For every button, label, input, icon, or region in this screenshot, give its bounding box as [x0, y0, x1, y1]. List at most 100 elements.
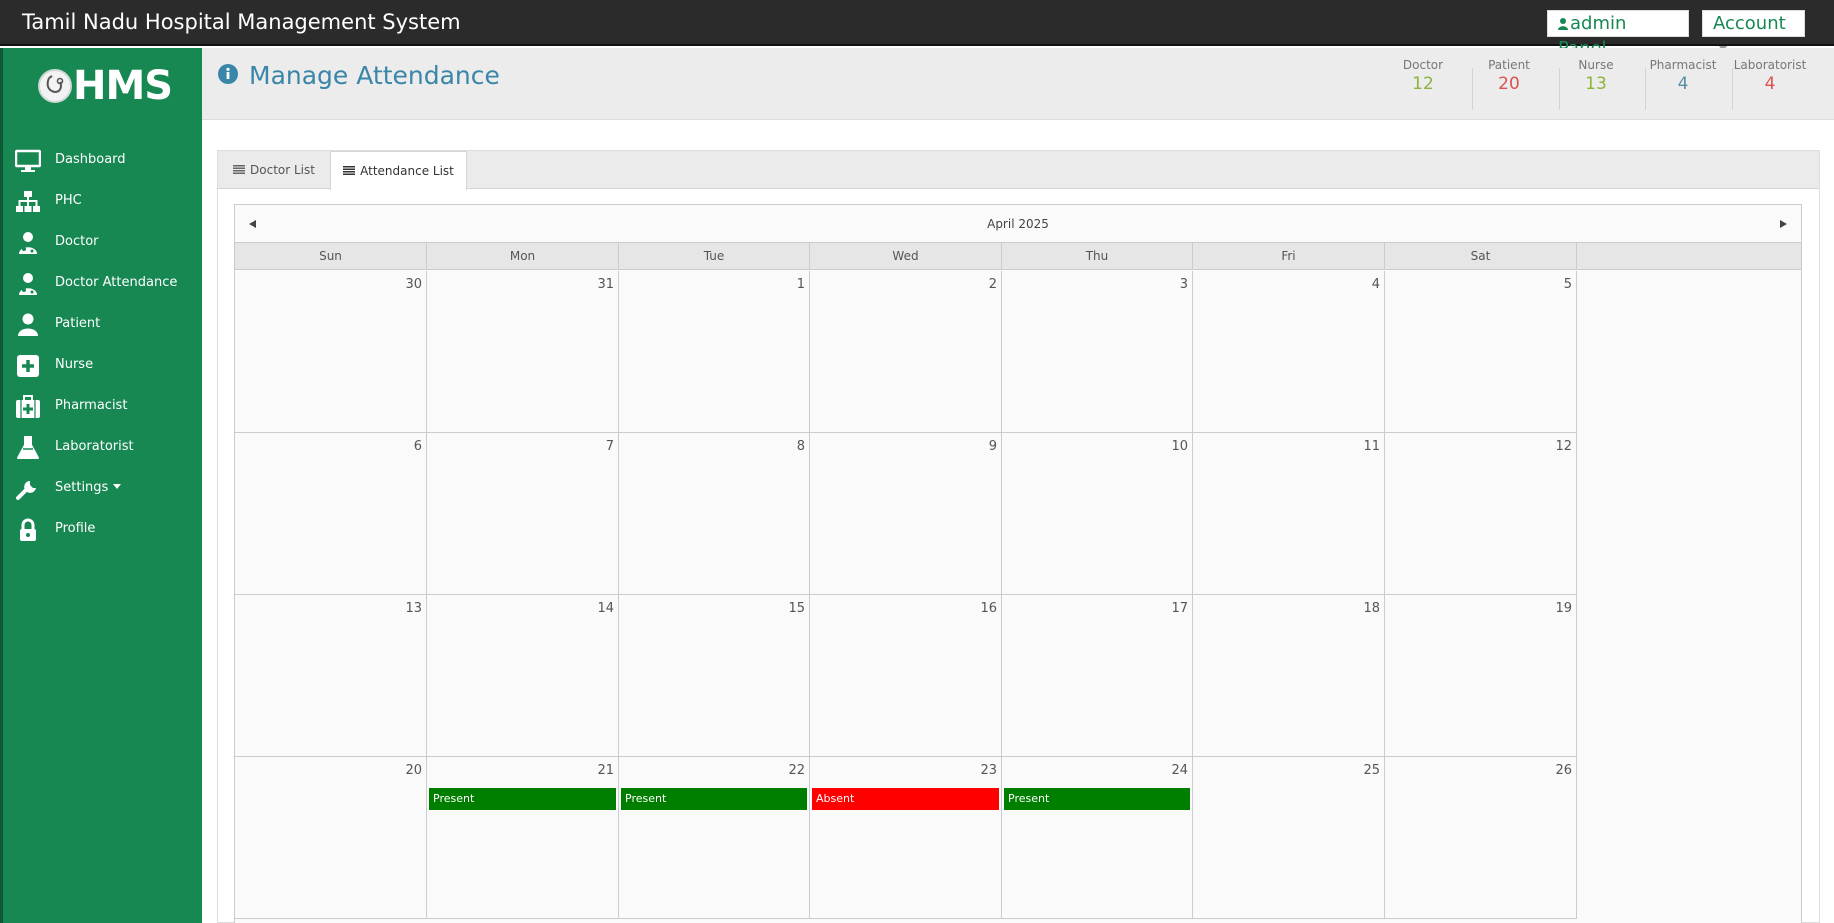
weekday-header: Thu [1002, 243, 1193, 270]
sitemap-icon [16, 191, 40, 212]
stat-label: Nurse [1578, 58, 1614, 72]
calendar-day-cell[interactable]: 15 [619, 595, 810, 757]
stat-label: Doctor [1402, 58, 1444, 72]
stat-laboratorist[interactable]: Laboratorist 4 [1727, 58, 1813, 94]
calendar-day-cell[interactable]: 21 Present [427, 757, 619, 919]
lock-icon [20, 518, 36, 541]
calendar-day-cell[interactable]: 23 Absent [810, 757, 1002, 919]
sidebar-item-dashboard[interactable]: Dashboard [3, 140, 202, 181]
present-event[interactable]: Present [1004, 788, 1190, 810]
weekday-header: Tue [619, 243, 810, 270]
calendar-day-cell[interactable]: 9 [810, 433, 1002, 595]
weekday-header: Sat [1385, 243, 1577, 270]
tab-label: Doctor List [250, 163, 315, 177]
day-number: 5 [1563, 277, 1572, 292]
weekday-header-row: Sun Mon Tue Wed Thu Fri Sat [235, 243, 1801, 270]
calendar-day-cell[interactable]: 4 [1193, 271, 1385, 433]
calendar-day-cell[interactable]: 17 [1002, 595, 1193, 757]
calendar-day-cell[interactable]: 22 Present [619, 757, 810, 919]
calendar-day-cell[interactable]: 3 [1002, 271, 1193, 433]
account-dropdown[interactable]: Account [1702, 10, 1805, 51]
calendar-day-cell[interactable]: 2 [810, 271, 1002, 433]
calendar-day-cell[interactable]: 12 [1385, 433, 1577, 595]
account-label: Account [1713, 13, 1786, 34]
sidebar-item-doctor-attendance[interactable]: Doctor Attendance [3, 263, 202, 304]
stat-label: Laboratorist [1733, 58, 1807, 72]
day-number: 12 [1555, 439, 1572, 454]
day-number: 14 [597, 601, 614, 616]
stat-value: 12 [1412, 74, 1434, 94]
sidebar-item-doctor[interactable]: Doctor [3, 222, 202, 263]
calendar-day-cell[interactable]: 19 [1385, 595, 1577, 757]
sidebar-item-patient[interactable]: Patient [3, 304, 202, 345]
page-title: Manage Attendance [249, 61, 500, 90]
day-number: 8 [796, 439, 805, 454]
calendar-day-cell[interactable]: 14 [427, 595, 619, 757]
calendar-day-cell[interactable]: 24 Present [1002, 757, 1193, 919]
day-number: 18 [1363, 601, 1380, 616]
wrench-icon [16, 481, 36, 500]
day-number: 17 [1171, 601, 1188, 616]
info-icon [218, 64, 238, 84]
calendar-day-cell[interactable]: 25 [1193, 757, 1385, 919]
stat-patient[interactable]: Patient 20 [1466, 58, 1552, 94]
medkit-icon [16, 395, 40, 418]
sidebar-item-label: PHC [55, 193, 82, 208]
sidebar-item-profile[interactable]: Profile [3, 509, 202, 550]
stat-pharmacist[interactable]: Pharmacist 4 [1640, 58, 1726, 94]
present-event[interactable]: Present [429, 788, 616, 810]
calendar-day-cell[interactable]: 10 [1002, 433, 1193, 595]
sidebar-item-phc[interactable]: PHC [3, 181, 202, 222]
calendar-day-cell[interactable]: 26 [1385, 757, 1577, 919]
sidebar-item-label: Nurse [55, 357, 94, 372]
day-number: 30 [405, 277, 422, 292]
sidebar-item-settings[interactable]: Settings [3, 468, 202, 509]
tab-label: Attendance List [360, 164, 454, 178]
calendar-day-cell[interactable]: 6 [235, 433, 427, 595]
weekday-header: Sun [235, 243, 427, 270]
absent-event[interactable]: Absent [812, 788, 999, 810]
sidebar-item-pharmacist[interactable]: Pharmacist [3, 386, 202, 427]
logo-text: HMS [73, 63, 173, 109]
admin-panel-button[interactable]: admin Panel [1547, 10, 1689, 59]
sidebar-item-nurse[interactable]: Nurse [3, 345, 202, 386]
page-header: Manage Attendance Doctor 12 Patient 20 N… [202, 48, 1834, 120]
present-event[interactable]: Present [621, 788, 807, 810]
day-number: 15 [788, 601, 805, 616]
calendar-day-cell[interactable]: 5 [1385, 271, 1577, 433]
calendar-day-cell[interactable]: 18 [1193, 595, 1385, 757]
calendar-day-cell[interactable]: 8 [619, 433, 810, 595]
day-number: 2 [988, 277, 997, 292]
stat-nurse[interactable]: Nurse 13 [1553, 58, 1639, 94]
day-number: 23 [980, 763, 997, 778]
monitor-icon [15, 149, 41, 172]
user-icon [18, 313, 38, 336]
stat-doctor[interactable]: Doctor 12 [1380, 58, 1466, 94]
day-number: 26 [1555, 763, 1572, 778]
sidebar-item-laboratorist[interactable]: Laboratorist [3, 427, 202, 468]
sidebar-item-label: Patient [55, 316, 101, 331]
stethoscope-icon [38, 69, 72, 103]
app-title: Tamil Nadu Hospital Management System [22, 10, 461, 34]
stat-label: Patient [1488, 58, 1530, 72]
sidebar-item-label: Laboratorist [55, 439, 134, 454]
day-number: 25 [1363, 763, 1380, 778]
tab-attendance-list[interactable]: Attendance List [330, 151, 467, 190]
stat-value: 4 [1677, 74, 1689, 94]
calendar-day-cell[interactable]: 30 [235, 271, 427, 433]
next-month-icon[interactable] [1774, 215, 1792, 233]
logo[interactable]: HMS [35, 63, 175, 109]
calendar-day-cell[interactable]: 11 [1193, 433, 1385, 595]
caret-down-icon [113, 484, 122, 489]
calendar-day-cell[interactable]: 1 [619, 271, 810, 433]
calendar-day-cell[interactable]: 16 [810, 595, 1002, 757]
calendar-day-cell[interactable]: 13 [235, 595, 427, 757]
calendar-day-cell[interactable]: 31 [427, 271, 619, 433]
tab-doctor-list[interactable]: Doctor List [218, 151, 330, 190]
calendar-day-cell[interactable]: 20 [235, 757, 427, 919]
day-number: 7 [605, 439, 614, 454]
sidebar-item-label: Settings [55, 480, 122, 495]
calendar-header: April 2025 [235, 205, 1801, 243]
attendance-calendar: April 2025 Sun Mon Tue Wed Thu Fri Sat 30 31 1 2 3… [234, 204, 1802, 923]
calendar-day-cell[interactable]: 7 [427, 433, 619, 595]
